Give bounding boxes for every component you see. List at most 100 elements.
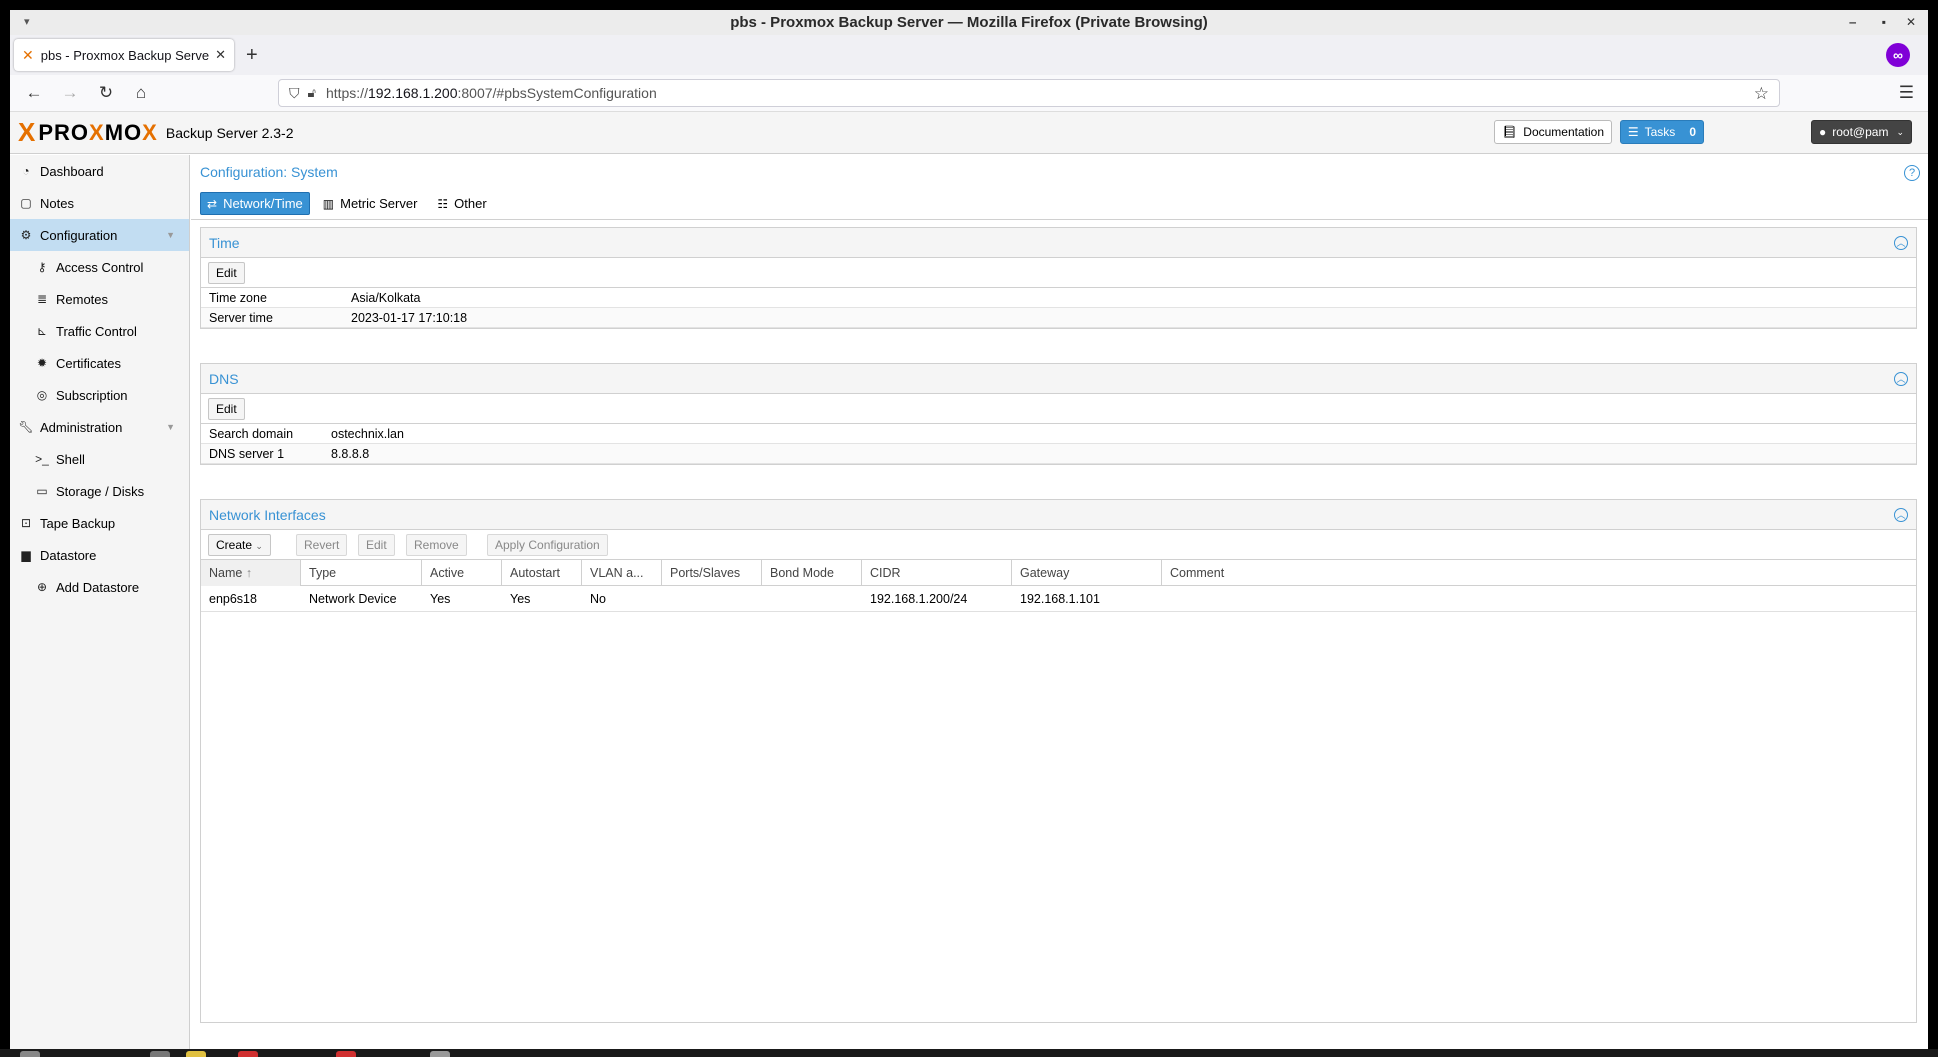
dns-edit-button[interactable]: Edit (208, 398, 245, 420)
column-header-gateway[interactable]: Gateway (1012, 560, 1162, 586)
edit-button[interactable]: Edit (358, 534, 395, 556)
proxmox-logo[interactable]: X PRO X MO X (18, 117, 158, 148)
insecure-lock-icon[interactable]: 🔓︎ (308, 85, 316, 101)
sidebar-item-certificates[interactable]: ✹ Certificates (10, 347, 189, 379)
kv-key: Server time (209, 310, 273, 325)
hdd-icon: ▭ (36, 484, 48, 498)
network-panel-header: Network Interfaces ︿ (201, 500, 1916, 530)
notes-icon: ▢ (20, 196, 32, 210)
column-header-type[interactable]: Type (301, 560, 422, 586)
plus-circle-icon: ⊕ (36, 580, 48, 594)
browser-tab[interactable]: ✕ pbs - Proxmox Backup Serve ✕ (14, 39, 234, 71)
dns-panel: DNS ︿ Edit Search domain ostechnix.lan D… (200, 363, 1917, 465)
tabs-divider (191, 219, 1928, 220)
url-bar[interactable]: ⛉ 🔓︎ https://192.168.1.200:8007/#pbsSyst… (278, 79, 1780, 107)
column-header-vlan[interactable]: VLAN a... (582, 560, 662, 586)
back-icon[interactable]: ← (22, 82, 46, 104)
help-icon[interactable]: ? (1904, 165, 1920, 181)
config-tabs: ⇄ Network/Time ▥ Metric Server ☷ Other (200, 192, 500, 215)
app-menu-icon[interactable]: ☰ (1899, 83, 1914, 103)
cell-comment (1162, 586, 1170, 612)
close-tab-icon[interactable]: ✕ (215, 47, 226, 63)
kv-row[interactable]: Search domain ostechnix.lan (201, 424, 1916, 444)
collapse-panel-icon[interactable]: ︿ (1894, 236, 1908, 250)
kv-row[interactable]: Server time 2023-01-17 17:10:18 (201, 308, 1916, 328)
taskbar-app-icon[interactable] (430, 1051, 450, 1057)
minimize-button[interactable]: ‒ (1849, 10, 1856, 35)
sidebar-item-datastore[interactable]: ▆ Datastore (10, 539, 189, 571)
browser-tab-title: pbs - Proxmox Backup Serve (40, 47, 210, 63)
column-header-active[interactable]: Active (422, 560, 502, 586)
reload-icon[interactable]: ↻ (94, 82, 118, 104)
sidebar-item-access-control[interactable]: ⚷ Access Control (10, 251, 189, 283)
sidebar-item-shell[interactable]: >_ Shell (10, 443, 189, 475)
kv-value: ostechnix.lan (331, 426, 404, 441)
sidebar-item-storage-disks[interactable]: ▭ Storage / Disks (10, 475, 189, 507)
sidebar-item-tape-backup[interactable]: ⊡ Tape Backup (10, 507, 189, 539)
sidebar-item-traffic-control[interactable]: ⊾ Traffic Control (10, 315, 189, 347)
bar-chart-icon: ▥ (322, 196, 335, 211)
column-header-comment[interactable]: Comment (1162, 560, 1916, 586)
sidebar-item-dashboard[interactable]: ◔ Dashboard (10, 155, 189, 187)
maximize-button[interactable]: ▪ (1882, 10, 1886, 35)
sort-asc-icon: ↑ (245, 566, 253, 580)
column-header-ports-slaves[interactable]: Ports/Slaves (662, 560, 762, 586)
home-icon[interactable]: ⌂ (129, 82, 153, 104)
sidebar-item-subscription[interactable]: ◎ Subscription (10, 379, 189, 411)
pbs-header: X PRO X MO X Backup Server 2.3-2 📘︎ Document… (10, 112, 1928, 154)
collapse-panel-icon[interactable]: ︿ (1894, 508, 1908, 522)
cell-gateway: 192.168.1.101 (1020, 592, 1100, 606)
window-title: pbs - Proxmox Backup Server — Mozilla Fi… (730, 14, 1208, 31)
kv-row[interactable]: DNS server 1 8.8.8.8 (201, 444, 1916, 464)
taskbar-app-icon[interactable] (238, 1051, 258, 1057)
create-button[interactable]: Create ⌄ (208, 534, 271, 556)
sliders-icon: ☷ (437, 196, 449, 211)
collapse-caret-icon[interactable]: ▼ (166, 422, 175, 432)
dashboard-icon: ◔ (22, 164, 30, 178)
window-menu-icon[interactable]: ▾ (24, 10, 30, 35)
close-window-button[interactable]: ✕ (1906, 10, 1916, 35)
revert-button[interactable]: Revert (296, 534, 348, 556)
book-icon: 📘︎ (1502, 125, 1518, 139)
kv-row[interactable]: Time zone Asia/Kolkata (201, 288, 1916, 308)
sidebar-item-configuration[interactable]: ⚙ Configuration ▼ (10, 219, 189, 251)
taskbar-app-icon[interactable] (150, 1051, 170, 1057)
taskbar-app-icon[interactable] (336, 1051, 356, 1057)
column-header-cidr[interactable]: CIDR (862, 560, 1012, 586)
sidebar-item-remotes[interactable]: ≣ Remotes (10, 283, 189, 315)
tasks-button[interactable]: ☰ Tasks 0 (1619, 120, 1704, 144)
collapse-panel-icon[interactable]: ︿ (1894, 372, 1908, 386)
tab-other[interactable]: ☷ Other (430, 192, 493, 215)
documentation-button[interactable]: 📘︎ Documentation (1494, 120, 1612, 144)
browser-window: ▾ pbs - Proxmox Backup Server — Mozilla … (10, 10, 1928, 1057)
cell-cidr: 192.168.1.200/24 (870, 592, 968, 606)
sidebar-item-administration[interactable]: 🔧︎ Administration ▼ (10, 411, 189, 443)
archive-icon: ▆ (21, 548, 31, 562)
taskbar-app-icon[interactable] (186, 1051, 206, 1057)
forward-icon[interactable]: → (58, 82, 82, 104)
tracking-shield-icon[interactable]: ⛉ (289, 85, 300, 102)
remove-button[interactable]: Remove (406, 534, 467, 556)
cell-vlan: No (590, 592, 606, 606)
sidebar-item-notes[interactable]: ▢ Notes (10, 187, 189, 219)
tab-metric-server[interactable]: ▥ Metric Server (316, 192, 425, 215)
column-header-bond-mode[interactable]: Bond Mode (762, 560, 862, 586)
collapse-caret-icon[interactable]: ▼ (166, 230, 175, 240)
user-menu-button[interactable]: ● root@pam ⌄ (1811, 120, 1912, 144)
taskbar-app-icon[interactable] (20, 1051, 40, 1057)
column-header-autostart[interactable]: Autostart (502, 560, 582, 586)
gears-icon: ⚙ (20, 228, 32, 242)
window-titlebar: ▾ pbs - Proxmox Backup Server — Mozilla … (10, 10, 1928, 35)
table-row[interactable]: enp6s18 Network Device Yes Yes No 192.16… (201, 586, 1916, 612)
column-header-name[interactable]: Name ↑ (201, 560, 301, 586)
tab-network-time[interactable]: ⇄ Network/Time (200, 192, 310, 215)
sidebar-item-add-datastore[interactable]: ⊕ Add Datastore (10, 571, 189, 603)
new-tab-button[interactable]: + (246, 43, 258, 67)
desktop-taskbar (0, 1049, 1938, 1057)
kv-value: Asia/Kolkata (351, 290, 421, 305)
bookmark-star-icon[interactable]: ☆ (1754, 84, 1769, 104)
main-content: Configuration: System ? ⇄ Network/Time ▥… (191, 155, 1928, 1057)
kv-key: DNS server 1 (209, 446, 285, 461)
apply-configuration-button[interactable]: Apply Configuration (487, 534, 608, 556)
time-edit-button[interactable]: Edit (208, 262, 245, 284)
